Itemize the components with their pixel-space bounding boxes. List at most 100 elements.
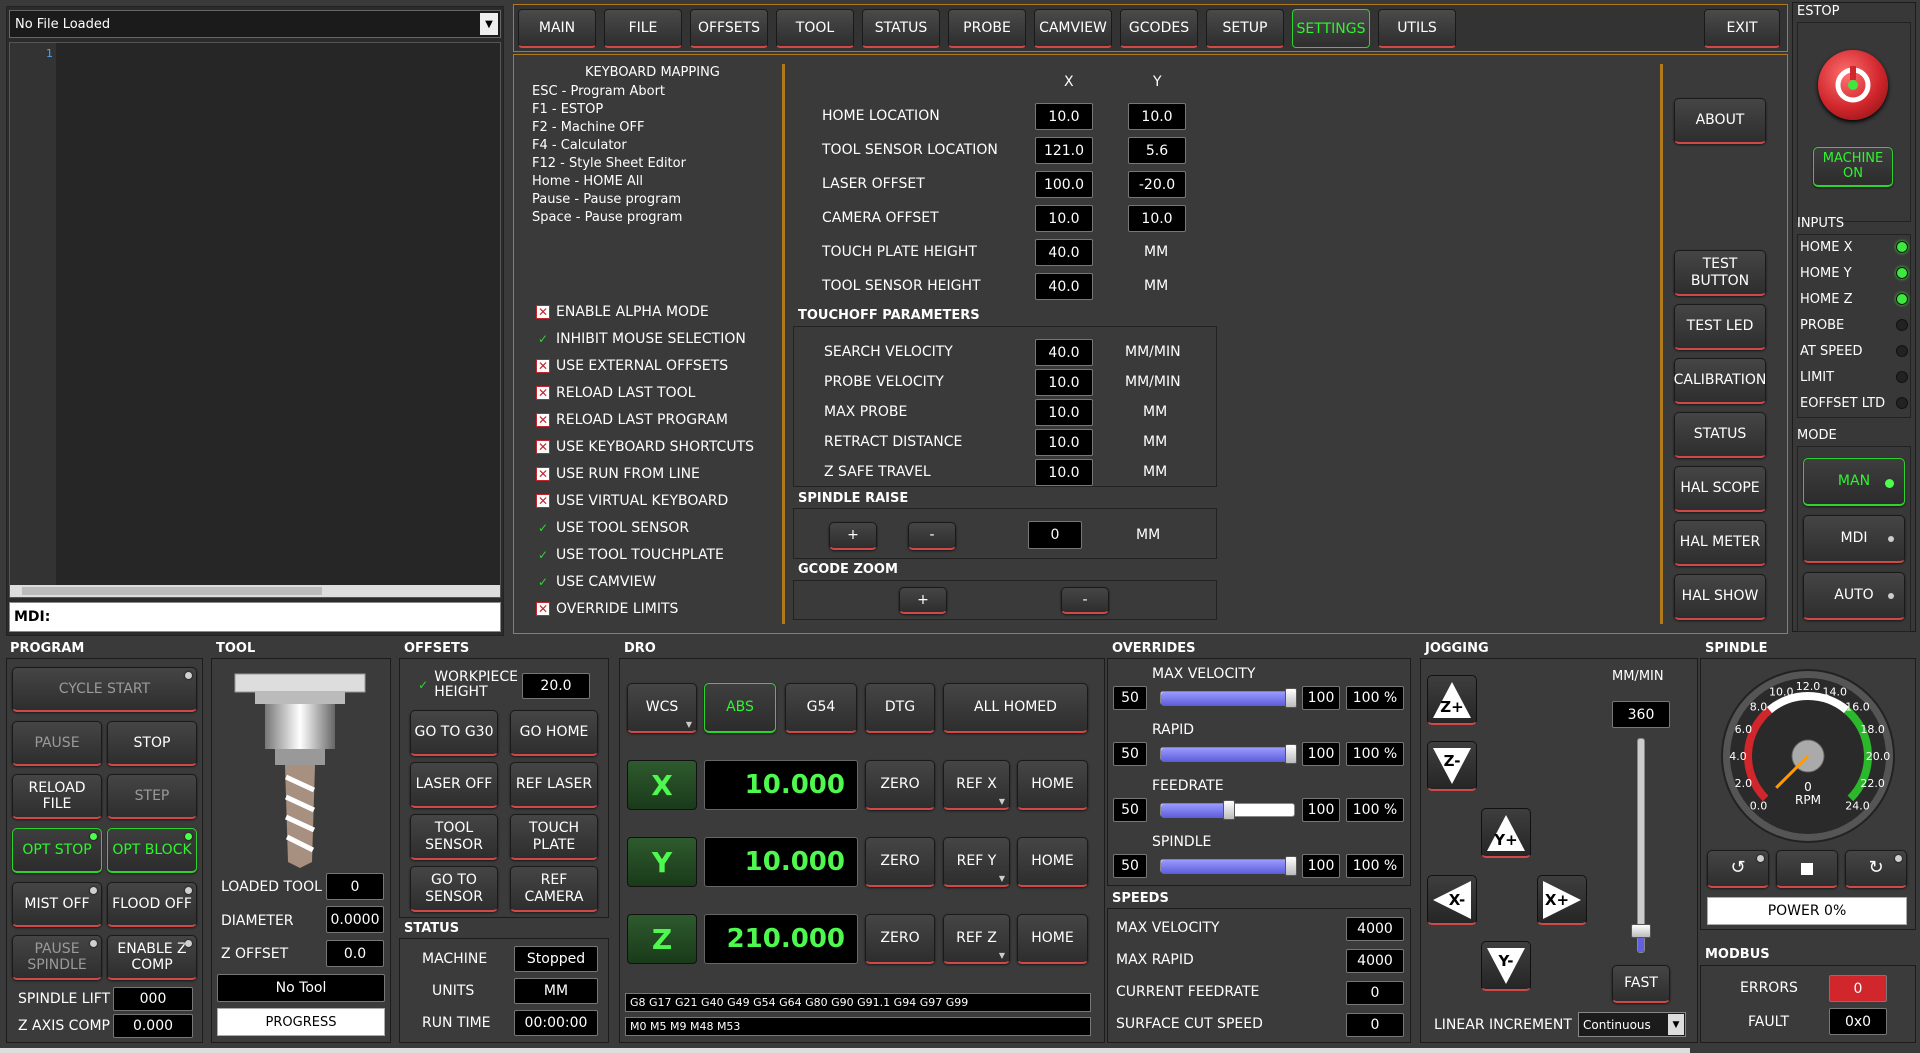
tab-main[interactable]: MAIN: [518, 9, 596, 48]
override-slider[interactable]: [1160, 800, 1295, 820]
spindle-raise-plus[interactable]: +: [829, 522, 877, 550]
diameter-field[interactable]: 0.0000: [326, 906, 384, 933]
tab-offsets[interactable]: OFFSETS: [690, 9, 768, 48]
option-reload-last-tool[interactable]: ✕ RELOAD LAST TOOL: [536, 385, 695, 401]
opt-block-button[interactable]: OPT BLOCK: [107, 828, 197, 873]
option-use-external-offsets[interactable]: ✕ USE EXTERNAL OFFSETS: [536, 358, 728, 374]
opt-stop-button[interactable]: OPT STOP: [12, 828, 102, 873]
override-slider-knob[interactable]: [1285, 856, 1297, 876]
location-x-field[interactable]: 40.0: [1035, 273, 1093, 300]
loaded-tool-field[interactable]: 0: [326, 873, 384, 900]
location-y-field[interactable]: 10.0: [1128, 205, 1186, 232]
override-max-button[interactable]: 100: [1302, 742, 1340, 766]
override-max-button[interactable]: 100: [1302, 854, 1340, 878]
gcode-editor[interactable]: 1: [9, 42, 501, 598]
override-min-button[interactable]: 50: [1113, 798, 1147, 822]
location-x-field[interactable]: 100.0: [1035, 171, 1093, 198]
location-y-field[interactable]: 10.0: [1128, 103, 1186, 130]
go-home-button[interactable]: GO HOME: [510, 710, 598, 756]
override-min-button[interactable]: 50: [1113, 742, 1147, 766]
override-slider[interactable]: [1160, 688, 1297, 708]
spindle-raise-value[interactable]: 0: [1028, 521, 1082, 549]
option-override-limits[interactable]: ✕ OVERRIDE LIMITS: [536, 601, 678, 617]
home-y-button[interactable]: HOME: [1017, 837, 1088, 887]
mdi-input[interactable]: MDI:: [9, 602, 501, 632]
chevron-down-icon[interactable]: ▼: [1668, 1014, 1684, 1035]
file-selector[interactable]: No File Loaded ▼: [9, 10, 501, 38]
option-use-camview[interactable]: ✓ USE CAMVIEW: [536, 574, 656, 590]
jog-rate-slider[interactable]: [1631, 738, 1651, 953]
tab-tool[interactable]: TOOL: [776, 9, 854, 48]
mode-auto-button[interactable]: AUTO: [1803, 572, 1905, 620]
touchoff-value-field[interactable]: 40.0: [1035, 339, 1093, 366]
option-reload-last-program[interactable]: ✕ RELOAD LAST PROGRAM: [536, 412, 728, 428]
location-x-field[interactable]: 10.0: [1035, 205, 1093, 232]
test-led-button[interactable]: TEST LED: [1674, 304, 1766, 350]
option-use-virtual-keyboard[interactable]: ✕ USE VIRTUAL KEYBOARD: [536, 493, 728, 509]
go-to-sensor-button[interactable]: GO TO SENSOR: [410, 866, 498, 912]
location-y-field[interactable]: 5.6: [1128, 137, 1186, 164]
chevron-down-icon[interactable]: ▼: [480, 13, 498, 35]
tab-utils[interactable]: UTILS: [1378, 9, 1456, 48]
jog-y-plus-button[interactable]: Y+: [1481, 808, 1531, 858]
workpiece-field[interactable]: 20.0: [522, 673, 590, 699]
touchoff-value-field[interactable]: 10.0: [1035, 429, 1093, 456]
cycle-start-button[interactable]: CYCLE START: [12, 667, 197, 712]
mist-button[interactable]: MIST OFF: [12, 882, 102, 927]
about-button[interactable]: ABOUT: [1674, 98, 1766, 144]
option-use-keyboard-shortcuts[interactable]: ✕ USE KEYBOARD SHORTCUTS: [536, 439, 754, 455]
option-use-run-from-line[interactable]: ✕ USE RUN FROM LINE: [536, 466, 700, 482]
ref-z-button[interactable]: REF Z ▼: [943, 914, 1010, 964]
go-to-g30-button[interactable]: GO TO G30: [410, 710, 498, 756]
gcode-zoom-plus[interactable]: +: [899, 587, 947, 614]
tab-gcodes[interactable]: GCODES: [1120, 9, 1198, 48]
jog-y-minus-button[interactable]: Y-: [1481, 941, 1531, 991]
zero-x-button[interactable]: ZERO: [865, 760, 935, 810]
pause-spindle-button[interactable]: PAUSE SPINDLE: [12, 935, 102, 980]
ref-x-button[interactable]: REF X ▼: [943, 760, 1010, 810]
mode-man-button[interactable]: MAN: [1803, 458, 1905, 506]
override-slider[interactable]: [1160, 856, 1297, 876]
dtg-button[interactable]: DTG: [865, 683, 935, 733]
override-slider[interactable]: [1160, 744, 1297, 764]
estop-button[interactable]: [1818, 50, 1888, 120]
abs-button[interactable]: ABS: [704, 683, 776, 733]
calibration-button[interactable]: CALIBRATION: [1674, 358, 1766, 404]
fast-button[interactable]: FAST: [1612, 965, 1670, 1003]
tab-file[interactable]: FILE: [604, 9, 682, 48]
option-enable-alpha-mode[interactable]: ✕ ENABLE ALPHA MODE: [536, 304, 709, 320]
zero-z-button[interactable]: ZERO: [865, 914, 935, 964]
mode-mdi-button[interactable]: MDI: [1803, 515, 1905, 563]
enable-z-comp-button[interactable]: ENABLE Z COMP: [107, 935, 197, 980]
laser-off-button[interactable]: LASER OFF: [410, 762, 498, 808]
override-slider-knob[interactable]: [1285, 744, 1297, 764]
z-axis-comp-field[interactable]: 0.000: [113, 1014, 193, 1038]
jog-z-plus-button[interactable]: Z+: [1427, 675, 1477, 725]
hal-meter-button[interactable]: HAL METER: [1674, 520, 1766, 566]
override-max-button[interactable]: 100: [1302, 686, 1340, 710]
ref-laser-button[interactable]: REF LASER: [510, 762, 598, 808]
spindle-forward-button[interactable]: ↻: [1845, 850, 1907, 888]
spindle-stop-button[interactable]: [1776, 850, 1838, 888]
ref-y-button[interactable]: REF Y ▼: [943, 837, 1010, 887]
linear-increment-select[interactable]: Continuous ▼: [1578, 1012, 1686, 1037]
location-x-field[interactable]: 10.0: [1035, 103, 1093, 130]
jog-rate-knob[interactable]: [1631, 924, 1651, 938]
touchoff-value-field[interactable]: 10.0: [1035, 399, 1093, 426]
wcs-button[interactable]: WCS ▼: [627, 683, 697, 733]
pause-button[interactable]: PAUSE: [12, 721, 102, 766]
home-x-button[interactable]: HOME: [1017, 760, 1088, 810]
exit-button[interactable]: EXIT: [1704, 9, 1780, 48]
ref-camera-button[interactable]: REF CAMERA: [510, 866, 598, 912]
jog-x-minus-button[interactable]: X-: [1427, 875, 1477, 925]
spindle-lift-field[interactable]: 000: [113, 987, 193, 1011]
z-offset-field[interactable]: 0.0: [326, 940, 384, 967]
option-use-tool-touchplate[interactable]: ✓ USE TOOL TOUCHPLATE: [536, 547, 724, 563]
tab-probe[interactable]: PROBE: [948, 9, 1026, 48]
tab-camview[interactable]: CAMVIEW: [1034, 9, 1112, 48]
spindle-reverse-button[interactable]: ↺: [1707, 850, 1769, 888]
tab-settings[interactable]: SETTINGS: [1292, 9, 1370, 48]
tab-status[interactable]: STATUS: [862, 9, 940, 48]
dro-axis-y-button[interactable]: Y: [627, 837, 697, 887]
jog-z-minus-button[interactable]: Z-: [1427, 741, 1477, 791]
